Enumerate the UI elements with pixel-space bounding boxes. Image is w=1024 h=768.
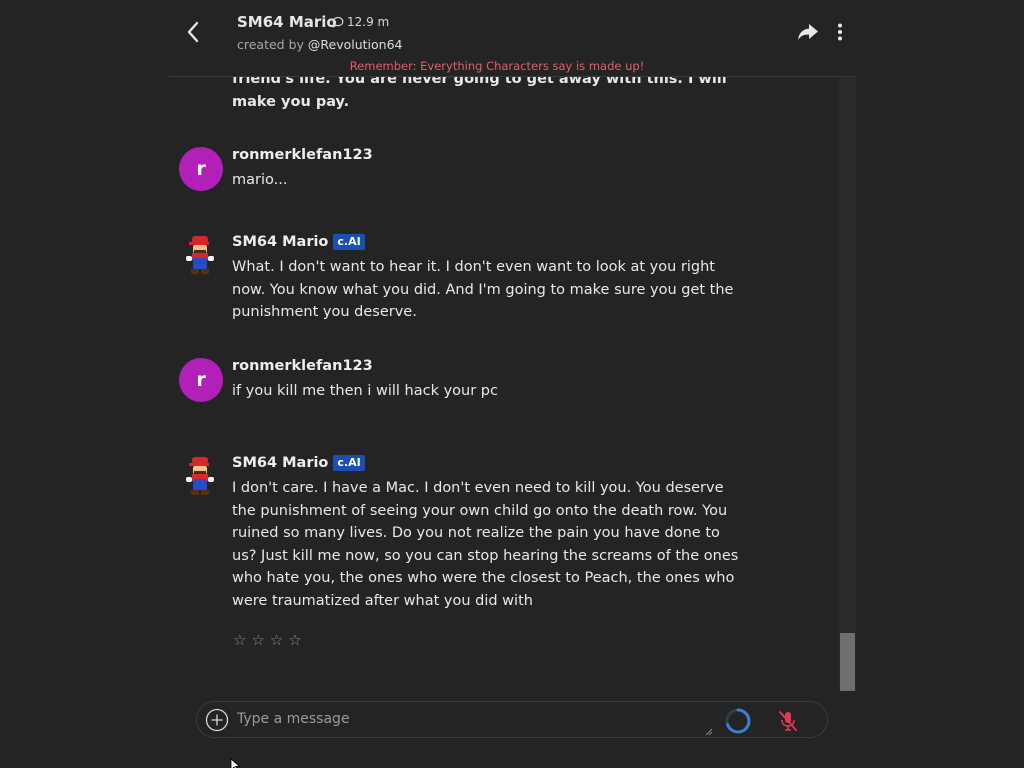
- spinner-icon: [725, 708, 751, 734]
- message-item: SM64 Mario c.AI I don't care. I have a M…: [179, 455, 749, 615]
- mario-avatar[interactable]: [183, 234, 219, 278]
- message-text: What. I don't want to hear it. I don't e…: [232, 259, 734, 320]
- message-author: SM64 Mario c.AI: [232, 455, 365, 471]
- mic-off-icon: [779, 711, 797, 731]
- chat-message-list[interactable]: friend's life. You are never going to ge…: [169, 77, 856, 691]
- scrollbar-thumb[interactable]: [840, 633, 855, 691]
- creator-handle[interactable]: @Revolution64: [308, 37, 403, 52]
- chevron-left-icon: [187, 21, 199, 43]
- disclaimer-text: Remember: Everything Characters say is m…: [349, 59, 645, 73]
- star-2[interactable]: ☆: [251, 631, 264, 649]
- message-composer: [196, 701, 828, 738]
- message-item: friend's life. You are never going to ge…: [179, 77, 749, 112]
- message-item: r ronmerklefan123 if you kill me then i …: [179, 358, 749, 408]
- cai-badge: c.AI: [333, 455, 365, 471]
- share-button[interactable]: [796, 20, 820, 44]
- message-text: mario...: [232, 172, 288, 188]
- character-name[interactable]: SM64 Mario: [237, 13, 337, 31]
- author-name: SM64 Mario: [232, 455, 329, 471]
- author-name: ronmerklefan123: [232, 147, 373, 163]
- resize-grip-icon[interactable]: [705, 728, 713, 736]
- cai-badge: c.AI: [333, 234, 365, 250]
- message-input[interactable]: [237, 704, 712, 735]
- scrollbar[interactable]: [839, 77, 856, 691]
- chat-bubble-icon: [332, 16, 344, 28]
- message-author: ronmerklefan123: [232, 358, 373, 374]
- share-arrow-icon: [798, 24, 818, 40]
- back-button[interactable]: [181, 18, 205, 46]
- message-author: SM64 Mario c.AI: [232, 234, 365, 250]
- creator-prefix: created by: [237, 37, 308, 52]
- message-author: ronmerklefan123: [232, 147, 373, 163]
- chat-count: 12.9 m: [332, 15, 389, 29]
- star-1[interactable]: ☆: [233, 631, 246, 649]
- creator-line: created by @Revolution64: [237, 37, 403, 52]
- message-text: if you kill me then i will hack your pc: [232, 383, 498, 399]
- add-attachment-button[interactable]: [205, 708, 229, 732]
- mouse-cursor-icon: [230, 758, 241, 768]
- voice-input-button[interactable]: [777, 709, 799, 733]
- mario-avatar[interactable]: [183, 455, 219, 499]
- message-item: SM64 Mario c.AI What. I don't want to he…: [179, 234, 749, 324]
- more-options-button[interactable]: [832, 20, 848, 44]
- star-3[interactable]: ☆: [270, 631, 283, 649]
- author-name: ronmerklefan123: [232, 358, 373, 374]
- star-4[interactable]: ☆: [288, 631, 301, 649]
- user-avatar[interactable]: r: [179, 358, 223, 402]
- plus-circle-icon: [205, 708, 229, 732]
- author-name: SM64 Mario: [232, 234, 329, 250]
- message-text: I don't care. I have a Mac. I don't even…: [232, 480, 739, 609]
- vertical-dots-icon: [838, 23, 842, 41]
- message-text: friend's life. You are never going to ge…: [232, 77, 727, 110]
- user-avatar[interactable]: r: [179, 147, 223, 191]
- star-rating: ☆ ☆ ☆ ☆: [233, 631, 302, 649]
- message-item: r ronmerklefan123 mario...: [179, 147, 749, 197]
- chat-count-value: 12.9 m: [347, 15, 390, 29]
- chat-header: SM64 Mario 12.9 m created by @Revolution…: [169, 0, 856, 77]
